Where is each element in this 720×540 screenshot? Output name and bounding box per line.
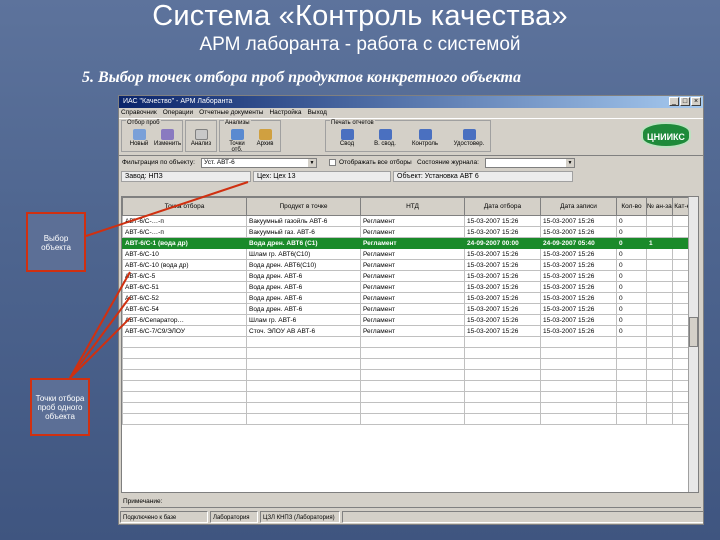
- arrow-line: [69, 296, 131, 379]
- callout-arrows: [69, 181, 249, 379]
- arrow-line: [85, 181, 249, 237]
- arrow-line: [69, 271, 131, 379]
- callout-sample-points: Точки отбора проб одного объекта: [30, 378, 90, 436]
- callout-object-select: Выбор объекта: [26, 212, 86, 272]
